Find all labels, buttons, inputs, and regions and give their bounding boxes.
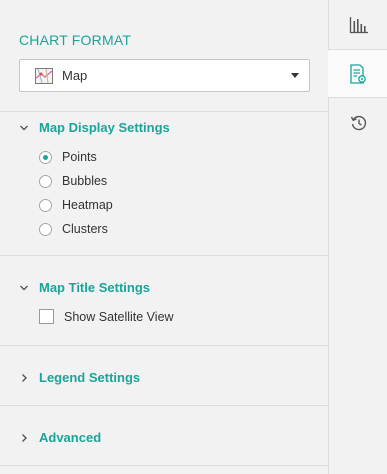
rail-button-format[interactable] bbox=[328, 49, 387, 98]
section-header-advanced[interactable]: Advanced bbox=[18, 430, 101, 445]
chevron-right-icon bbox=[22, 373, 27, 382]
caret-down-icon bbox=[291, 73, 299, 78]
chart-bars-icon bbox=[349, 16, 368, 33]
rail-button-chart[interactable] bbox=[329, 0, 387, 49]
radio-button[interactable] bbox=[39, 174, 52, 188]
radio-label: Clusters bbox=[62, 222, 108, 236]
radio-label: Bubbles bbox=[62, 174, 108, 188]
divider bbox=[0, 345, 328, 346]
divider bbox=[0, 405, 328, 406]
radio-option-clusters[interactable]: Clusters bbox=[39, 222, 108, 236]
map-thumbnail-icon bbox=[35, 67, 53, 84]
chevron-down-icon bbox=[20, 125, 28, 130]
chart-type-select[interactable]: Map bbox=[19, 59, 310, 92]
chevron-right-icon bbox=[22, 433, 27, 442]
checkbox-label: Show Satellite View bbox=[64, 309, 174, 324]
divider bbox=[0, 255, 328, 256]
show-satellite-view-option[interactable]: Show Satellite View bbox=[39, 309, 174, 324]
radio-button[interactable] bbox=[39, 198, 52, 212]
radio-label: Points bbox=[62, 150, 97, 164]
radio-button[interactable] bbox=[39, 150, 52, 164]
radio-option-heatmap[interactable]: Heatmap bbox=[39, 198, 113, 212]
radio-option-bubbles[interactable]: Bubbles bbox=[39, 174, 107, 188]
section-title: Map Title Settings bbox=[39, 280, 150, 295]
radio-button[interactable] bbox=[39, 222, 52, 236]
chart-format-title: CHART FORMAT bbox=[19, 32, 132, 48]
chart-format-panel: CHART FORMAT Map Map Display Settings Po… bbox=[0, 0, 328, 474]
divider bbox=[0, 111, 328, 112]
section-title: Legend Settings bbox=[39, 370, 141, 385]
divider bbox=[0, 465, 328, 466]
history-icon bbox=[350, 115, 366, 130]
section-header-map-display[interactable]: Map Display Settings bbox=[18, 120, 170, 135]
chevron-down-icon bbox=[20, 285, 28, 290]
checkbox[interactable] bbox=[39, 309, 54, 324]
chart-type-label: Map bbox=[62, 68, 88, 83]
section-header-legend[interactable]: Legend Settings bbox=[18, 370, 140, 385]
section-header-map-title[interactable]: Map Title Settings bbox=[18, 280, 150, 295]
radio-label: Heatmap bbox=[62, 198, 113, 212]
radio-option-points[interactable]: Points bbox=[39, 150, 97, 164]
section-title: Advanced bbox=[39, 430, 102, 445]
rail-button-history[interactable] bbox=[329, 98, 387, 147]
section-title: Map Display Settings bbox=[39, 120, 170, 135]
format-settings-icon bbox=[350, 63, 366, 84]
side-rail bbox=[328, 0, 387, 474]
